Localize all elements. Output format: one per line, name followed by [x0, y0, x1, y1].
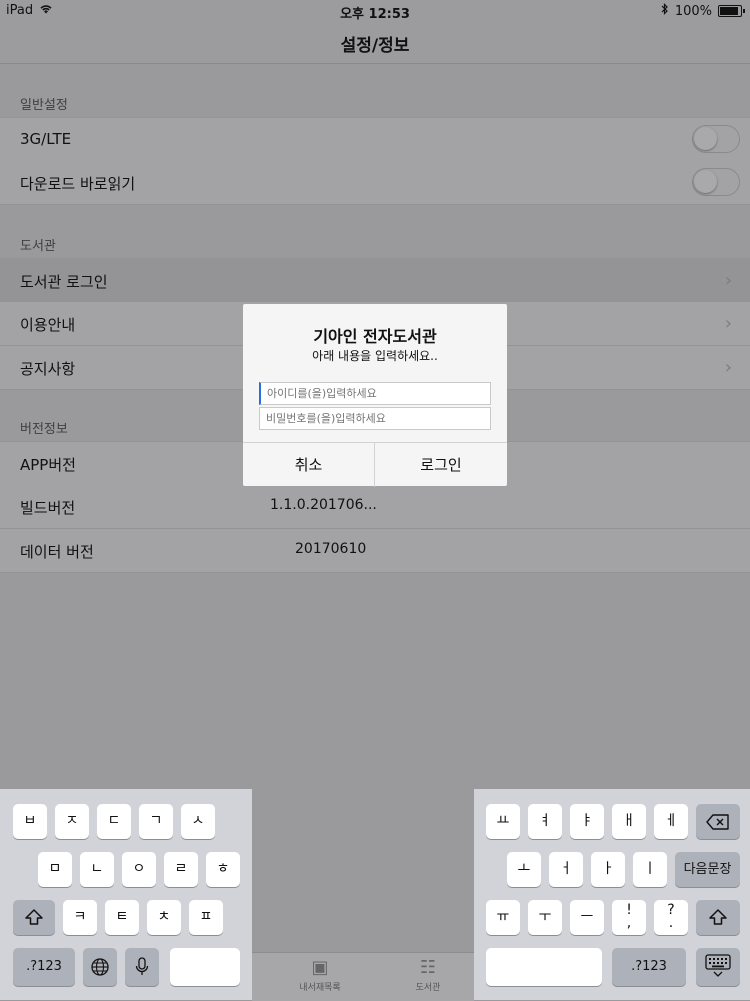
return-key[interactable]: 다음문장	[675, 852, 740, 887]
key[interactable]: ㄴ	[80, 852, 114, 887]
key[interactable]: ㅊ	[147, 900, 181, 935]
battery-percent: 100%	[674, 3, 712, 19]
globe-key[interactable]	[83, 948, 117, 986]
key[interactable]: ㅐ	[612, 804, 646, 839]
3g-lte-toggle[interactable]	[692, 125, 740, 153]
download-read-toggle[interactable]	[692, 168, 740, 196]
row-label: 3G/LTE	[20, 130, 72, 148]
battery-icon	[718, 5, 745, 17]
key[interactable]: ㅕ	[528, 804, 562, 839]
key[interactable]: ㅍ	[189, 900, 223, 935]
dialog-buttons: 취소 로그인	[243, 442, 507, 487]
key[interactable]: ㅅ	[181, 804, 215, 839]
section-header-library: 도서관	[20, 239, 56, 254]
key[interactable]: ㅜ	[528, 900, 562, 935]
navigation-bar: 설정/정보	[0, 22, 750, 64]
key[interactable]: ㅋ	[63, 900, 97, 935]
shift-icon	[709, 909, 727, 925]
key[interactable]: ㅇ	[122, 852, 156, 887]
tab-library[interactable]: ☷ 도서관	[388, 957, 468, 993]
key[interactable]: ㅌ	[105, 900, 139, 935]
login-button[interactable]: 로그인	[375, 443, 507, 487]
key[interactable]: ㅓ	[549, 852, 583, 887]
section-header-general: 일반설정	[20, 98, 68, 113]
password-input[interactable]	[259, 407, 491, 430]
settings-screen: iPad 오후 12:53 100% 설정/정보 일반설정 3G/LTE 다운로…	[0, 0, 750, 1001]
dialog-title: 기아인 전자도서관	[313, 327, 437, 346]
dialog-message: 아래 내용을 입력하세요..	[312, 349, 438, 363]
key[interactable]: ㅁ	[38, 852, 72, 887]
key[interactable]: ㅗ	[507, 852, 541, 887]
key[interactable]: ㄷ	[97, 804, 131, 839]
row-value: 20170610	[295, 541, 367, 557]
row-data-version: 데이터 버전 20170610	[0, 529, 750, 573]
row-3g-lte: 3G/LTE	[0, 117, 750, 162]
chevron-right-icon: ›	[724, 270, 732, 291]
row-library-login[interactable]: 도서관 로그인 ›	[0, 258, 750, 303]
tab-label: 도서관	[415, 983, 441, 993]
space-key[interactable]	[486, 948, 602, 986]
backspace-key[interactable]	[696, 804, 740, 839]
key[interactable]: ! ,	[612, 900, 646, 935]
globe-icon	[91, 958, 109, 976]
key[interactable]: ㅔ	[654, 804, 688, 839]
chevron-right-icon: ›	[724, 357, 732, 378]
microphone-key[interactable]	[125, 948, 159, 986]
id-input[interactable]	[259, 382, 491, 405]
key[interactable]: ㅈ	[55, 804, 89, 839]
key[interactable]: ㅑ	[570, 804, 604, 839]
key[interactable]: ㄱ	[139, 804, 173, 839]
row-label: 데이터 버전	[20, 543, 94, 561]
row-label: 다운로드 바로읽기	[20, 175, 136, 193]
row-label: 빌드버전	[20, 499, 76, 517]
key[interactable]: ㅂ	[13, 804, 47, 839]
tab-bar: ▣ 내서재목록 ☷ 도서관	[252, 952, 474, 1001]
row-label: 이용안내	[20, 316, 76, 334]
row-download-read: 다운로드 바로읽기	[0, 161, 750, 205]
shift-icon	[25, 909, 43, 925]
book-icon: ▣	[311, 957, 329, 978]
tab-my-library[interactable]: ▣ 내서재목록	[280, 957, 360, 993]
key[interactable]: ㅏ	[591, 852, 625, 887]
microphone-icon	[135, 957, 149, 975]
shift-key[interactable]	[13, 900, 55, 935]
key[interactable]: ㄹ	[164, 852, 198, 887]
shift-key[interactable]	[696, 900, 740, 935]
bluetooth-icon	[661, 3, 669, 19]
key[interactable]: ㅠ	[486, 900, 520, 935]
keyboard-icon	[705, 954, 731, 977]
status-time: 오후 12:53	[340, 7, 410, 22]
space-key[interactable]	[170, 948, 240, 986]
numbers-key[interactable]: .?123	[13, 948, 75, 986]
status-bar: iPad 오후 12:53 100%	[0, 0, 750, 22]
key[interactable]: ㅛ	[486, 804, 520, 839]
key[interactable]: ㅣ	[633, 852, 667, 887]
key[interactable]: ㅎ	[206, 852, 240, 887]
keyboard-left-half: ㅂ ㅈ ㄷ ㄱ ㅅ ㅁ ㄴ ㅇ ㄹ ㅎ ㅋ ㅌ ㅊ ㅍ .?123	[0, 789, 252, 1000]
library-icon: ☷	[419, 957, 437, 978]
key[interactable]: ㅡ	[570, 900, 604, 935]
login-dialog: 기아인 전자도서관 아래 내용을 입력하세요.. 취소 로그인	[243, 304, 507, 487]
key[interactable]: ? .	[654, 900, 688, 935]
page-title: 설정/정보	[340, 36, 410, 56]
row-label: APP버전	[20, 456, 76, 474]
backspace-icon	[706, 814, 729, 830]
numbers-key[interactable]: .?123	[612, 948, 686, 986]
row-label: 도서관 로그인	[20, 273, 108, 291]
row-value: 1.1.0.201706...	[270, 497, 377, 513]
keyboard-right-half: ㅛ ㅕ ㅑ ㅐ ㅔ ㅗ ㅓ ㅏ ㅣ 다음문장 ㅠ ㅜ ㅡ ! , ? . .?1…	[474, 789, 750, 1000]
section-header-version: 버전정보	[20, 422, 68, 437]
chevron-right-icon: ›	[724, 313, 732, 334]
keyboard-dismiss-key[interactable]	[696, 948, 740, 986]
tab-label: 내서재목록	[299, 983, 341, 993]
cancel-button[interactable]: 취소	[243, 443, 375, 487]
row-build-version: 빌드버전 1.1.0.201706...	[0, 485, 750, 529]
row-label: 공지사항	[20, 360, 76, 378]
